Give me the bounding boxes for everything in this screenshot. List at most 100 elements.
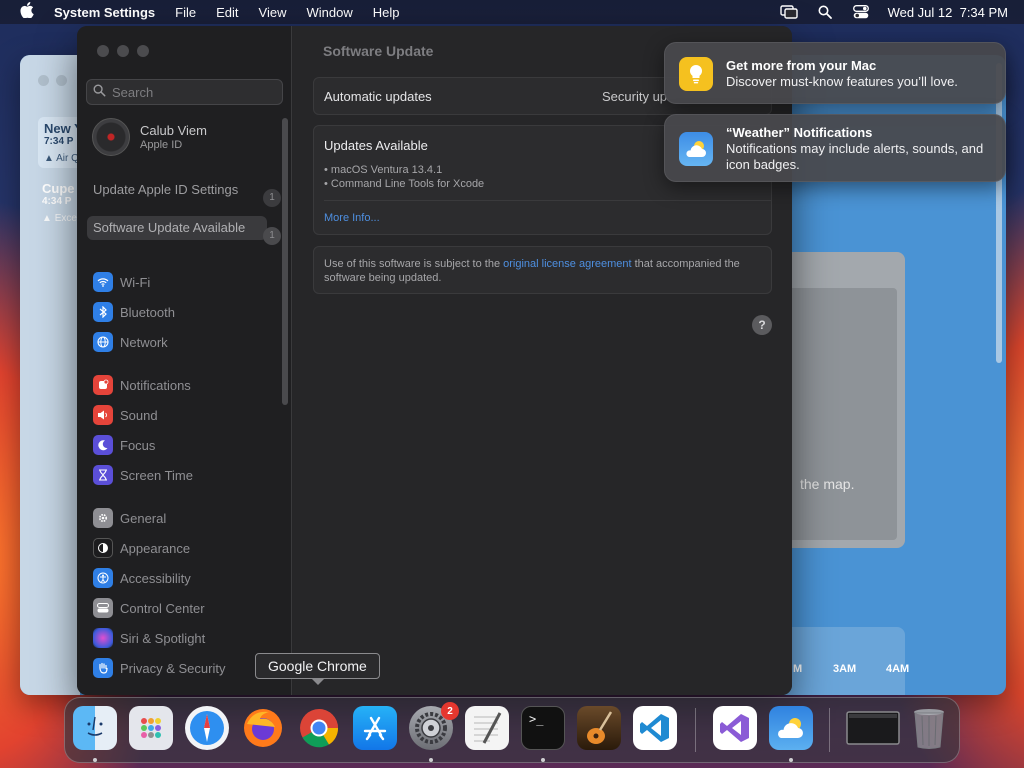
visual-studio-icon[interactable] [713, 706, 757, 750]
sidebar-item-label: Bluetooth [120, 304, 175, 320]
menu-edit[interactable]: Edit [206, 5, 248, 20]
sidebar-item-label: Accessibility [120, 570, 191, 586]
garageband-icon[interactable] [577, 706, 621, 750]
settings-sidebar: Calub Viem Apple ID Update Apple ID Sett… [77, 26, 292, 695]
menubar-clock[interactable]: Wed Jul 12 7:34 PM [888, 5, 1008, 20]
sidebar-item-label: Focus [120, 437, 156, 453]
control-center-icon [93, 598, 113, 618]
close-window-button[interactable] [97, 45, 109, 57]
more-info-link[interactable]: More Info... [324, 212, 380, 224]
finder-icon[interactable] [73, 706, 117, 750]
screen-mirroring-icon[interactable] [779, 5, 798, 19]
running-indicator [429, 758, 433, 762]
safari-icon[interactable] [185, 706, 229, 750]
sidebar-item-focus[interactable]: Focus [93, 430, 193, 460]
running-indicator [789, 758, 793, 762]
sidebar-item-accessibility[interactable]: Accessibility [93, 563, 225, 593]
minimized-window-thumbnail[interactable] [845, 706, 901, 750]
apple-id-account[interactable]: Calub Viem Apple ID [92, 118, 207, 156]
account-subtitle: Apple ID [140, 139, 183, 151]
minimize-window-button[interactable] [117, 45, 129, 57]
sidebar-item-update-apple-id[interactable]: Update Apple ID Settings 1 [87, 178, 281, 207]
sidebar-search[interactable] [86, 79, 283, 105]
menu-view[interactable]: View [249, 5, 297, 20]
automatic-updates-label: Automatic updates [324, 89, 432, 104]
sidebar-item-wifi[interactable]: Wi-Fi [93, 267, 175, 297]
launchpad-icon[interactable] [129, 706, 173, 750]
pending-count-badge: 1 [263, 189, 281, 207]
notification-weather[interactable]: “Weather” Notifications Notifications ma… [664, 114, 1006, 182]
textedit-icon[interactable] [465, 706, 509, 750]
sidebar-item-sound[interactable]: Sound [93, 400, 193, 430]
running-indicator [541, 758, 545, 762]
weather-scrollbar[interactable] [996, 63, 1002, 363]
vscode-icon[interactable] [633, 706, 677, 750]
wifi-icon [93, 272, 113, 292]
sidebar-item-software-update[interactable]: Software Update Available 1 [87, 216, 281, 245]
license-text: Use of this software is subject to the o… [324, 258, 740, 284]
moon-icon [93, 435, 113, 455]
sidebar-scrollbar[interactable] [282, 118, 288, 405]
appearance-icon [93, 538, 113, 558]
notification-body: Discover must-know features you’ll love. [726, 74, 958, 89]
menu-bar: System Settings File Edit View Window He… [0, 0, 1024, 24]
sidebar-group-notifications: Notifications Sound Focus Screen Time [93, 370, 193, 490]
sidebar-item-label: General [120, 510, 167, 526]
apple-menu-icon[interactable] [0, 1, 54, 23]
dock: 2 >_ [64, 697, 960, 763]
weather-map-panel[interactable] [773, 252, 905, 548]
firefox-icon[interactable] [241, 706, 285, 750]
search-icon [93, 84, 106, 100]
zoom-window-button[interactable] [137, 45, 149, 57]
dock-tooltip: Google Chrome [255, 653, 380, 685]
update-list: • macOS Ventura 13.4.1 • Command Line To… [324, 163, 484, 191]
chrome-icon[interactable] [297, 706, 341, 750]
trash-icon[interactable] [907, 706, 951, 750]
tips-icon [679, 57, 713, 91]
bell-icon [93, 375, 113, 395]
terminal-icon[interactable]: >_ [521, 706, 565, 750]
dock-separator [829, 708, 830, 752]
notification-title: Get more from your Mac [726, 58, 877, 73]
sidebar-item-label: Notifications [120, 377, 191, 393]
help-button[interactable]: ? [752, 315, 772, 335]
weather-app-icon[interactable] [769, 706, 813, 750]
app-store-icon[interactable] [353, 706, 397, 750]
pending-count-badge: 1 [263, 227, 281, 245]
sidebar-item-bluetooth[interactable]: Bluetooth [93, 297, 175, 327]
pending-item-label: Update Apple ID Settings [93, 182, 239, 197]
sidebar-item-notifications[interactable]: Notifications [93, 370, 193, 400]
sidebar-item-siri-spotlight[interactable]: Siri & Spotlight [93, 623, 225, 653]
hand-icon [93, 658, 113, 678]
sidebar-item-general[interactable]: General [93, 503, 225, 533]
control-center-icon[interactable] [852, 5, 870, 19]
running-indicator [93, 758, 97, 762]
accessibility-icon [93, 568, 113, 588]
update-item: • macOS Ventura 13.4.1 [324, 164, 443, 176]
sidebar-item-privacy-security[interactable]: Privacy & Security [93, 653, 225, 683]
hourglass-icon [93, 465, 113, 485]
menu-window[interactable]: Window [296, 5, 362, 20]
spotlight-search-icon[interactable] [816, 5, 834, 19]
update-item: • Command Line Tools for Xcode [324, 178, 485, 190]
weather-hour-label: 4AM [886, 663, 910, 675]
notification-tips[interactable]: Get more from your Mac Discover must-kno… [664, 42, 1006, 104]
updates-available-title: Updates Available [324, 138, 428, 153]
sidebar-item-label: Wi-Fi [120, 274, 151, 290]
avatar [92, 118, 130, 156]
sidebar-item-network[interactable]: Network [93, 327, 175, 357]
menu-file[interactable]: File [165, 5, 206, 20]
sidebar-item-control-center[interactable]: Control Center [93, 593, 225, 623]
sidebar-item-appearance[interactable]: Appearance [93, 533, 225, 563]
sidebar-item-label: Appearance [120, 540, 191, 556]
notification-badge: 2 [441, 702, 459, 720]
license-agreement-link[interactable]: original license agreement [503, 258, 631, 270]
sidebar-item-screen-time[interactable]: Screen Time [93, 460, 193, 490]
menu-app-name[interactable]: System Settings [54, 5, 165, 20]
automatic-updates-value: Security up [602, 89, 668, 104]
globe-icon [93, 332, 113, 352]
sidebar-group-system: General Appearance Accessibility Control… [93, 503, 225, 683]
menu-help[interactable]: Help [363, 5, 410, 20]
search-input[interactable] [112, 84, 272, 100]
pending-item-label: Software Update Available [93, 220, 246, 235]
